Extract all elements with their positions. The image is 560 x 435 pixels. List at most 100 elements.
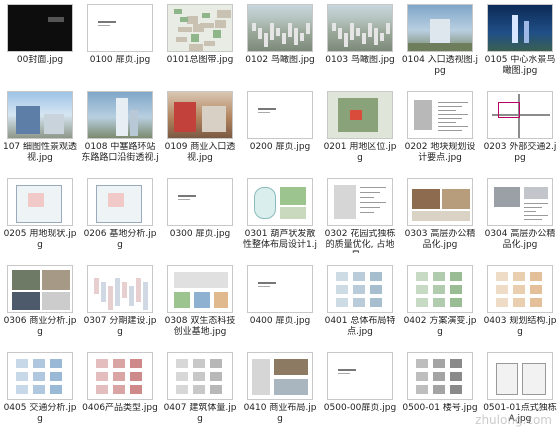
file-name-label: 0100 扉页.jpg (89, 55, 151, 65)
file-thumbnail[interactable]: 0104 入口透视图.jpg (400, 0, 480, 87)
file-name-label: 0201 用地区位.jpg (323, 142, 397, 163)
thumbnail-image[interactable] (7, 91, 73, 139)
thumbnail-image[interactable] (167, 178, 233, 226)
thumbnail-image[interactable] (167, 265, 233, 313)
file-name-label: 0402 方案演变.jpg (403, 316, 477, 337)
file-thumbnail[interactable]: 0308 双生态科技创业基地.jpg (160, 261, 240, 348)
thumbnail-image[interactable] (407, 91, 473, 139)
thumbnail-image[interactable] (327, 178, 393, 226)
file-name-label: 0308 双生态科技创业基地.jpg (164, 316, 236, 337)
thumbnail-image[interactable] (87, 4, 153, 52)
file-thumbnail[interactable]: 0410 商业布局.jpg (240, 348, 320, 435)
file-name-label: 0205 用地现状.jpg (3, 229, 77, 250)
file-thumbnail[interactable]: 0407 建筑体量.jpg (160, 348, 240, 435)
thumbnail-image[interactable] (247, 178, 313, 226)
file-name-label: 0102 鸟瞰图.jpg (245, 55, 315, 65)
file-name-label: 0303 高层办公精品化.jpg (404, 229, 476, 250)
thumbnail-image[interactable] (327, 352, 393, 400)
file-thumbnail[interactable]: 0201 用地区位.jpg (320, 87, 400, 174)
file-thumbnail[interactable]: 0301 葫芦状发散性整体布局设计1.jpg (240, 174, 320, 261)
file-thumbnail[interactable]: 0108 中塞路环站东路路口沿街透视.jpg (80, 87, 160, 174)
file-thumbnail[interactable]: 0109 商业入口透视.jpg (160, 87, 240, 174)
file-name-label: 0206 基地分析.jpg (83, 229, 157, 250)
thumbnail-image[interactable] (7, 4, 73, 52)
thumbnail-image[interactable] (167, 91, 233, 139)
file-thumbnail[interactable]: 0102 鸟瞰图.jpg (240, 0, 320, 87)
thumbnail-image[interactable] (247, 352, 313, 400)
file-thumbnail[interactable]: 0205 用地现状.jpg (0, 174, 80, 261)
file-name-label: 0108 中塞路环站东路路口沿街透视.jpg (81, 142, 159, 166)
file-name-label: 0302 花园式独栋的质量优化, 占地最... (324, 229, 396, 253)
thumbnail-image[interactable] (487, 91, 553, 139)
file-thumbnail[interactable]: 0304 高层办公精品化.jpg (480, 174, 560, 261)
file-name-label: 0406产品类型.jpg (82, 403, 158, 413)
file-name-label: 0200 扉页.jpg (249, 142, 311, 152)
file-name-label: 107 细图性景观透视.jpg (2, 142, 78, 163)
file-name-label: 0307 分期建设.jpg (83, 316, 157, 337)
file-name-label: 0202 地块规划设计要点.jpg (404, 142, 476, 163)
thumbnail-image[interactable] (407, 4, 473, 52)
thumbnail-image[interactable] (167, 4, 233, 52)
thumbnail-image[interactable] (247, 265, 313, 313)
thumbnail-image[interactable] (87, 91, 153, 139)
thumbnail-image[interactable] (407, 265, 473, 313)
file-name-label: 0407 建筑体量.jpg (163, 403, 237, 424)
thumbnail-image[interactable] (247, 4, 313, 52)
file-thumbnail[interactable]: 0203 外部交通2.jpg (480, 87, 560, 174)
file-thumbnail[interactable]: 0300 扉页.jpg (160, 174, 240, 261)
file-thumbnail[interactable]: 0400 扉页.jpg (240, 261, 320, 348)
file-name-label: 0203 外部交通2.jpg (483, 142, 557, 163)
file-thumbnail[interactable]: 0302 花园式独栋的质量优化, 占地最... (320, 174, 400, 261)
file-name-label: 0104 入口透视图.jpg (401, 55, 479, 76)
file-thumbnail[interactable]: 0206 基地分析.jpg (80, 174, 160, 261)
file-thumbnail[interactable]: 0100 扉页.jpg (80, 0, 160, 87)
file-thumbnail[interactable]: 0406产品类型.jpg (80, 348, 160, 435)
file-thumbnail[interactable]: 0500-00扉页.jpg (320, 348, 400, 435)
file-thumbnail[interactable]: 0303 高层办公精品化.jpg (400, 174, 480, 261)
thumbnail-image[interactable] (247, 91, 313, 139)
file-thumbnail[interactable]: 0307 分期建设.jpg (80, 261, 160, 348)
file-name-label: 0103 鸟瞰图.jpg (325, 55, 395, 65)
file-name-label: 0306 商业分析.jpg (3, 316, 77, 337)
watermark: zhulong.com (475, 413, 552, 427)
thumbnail-image[interactable] (7, 352, 73, 400)
file-thumbnail[interactable]: 0405 交通分析.jpg (0, 348, 80, 435)
file-thumbnail[interactable]: 0105 中心水景鸟瞰图.jpg (480, 0, 560, 87)
thumbnail-image[interactable] (487, 4, 553, 52)
thumbnail-image[interactable] (7, 265, 73, 313)
file-name-label: 0500-00扉页.jpg (323, 403, 397, 413)
thumbnail-image[interactable] (407, 178, 473, 226)
file-thumbnail[interactable]: 0101总图带.jpg (160, 0, 240, 87)
file-name-label: 0109 商业入口透视.jpg (164, 142, 236, 163)
thumbnail-image[interactable] (87, 178, 153, 226)
thumbnail-image[interactable] (327, 265, 393, 313)
thumbnail-image[interactable] (7, 178, 73, 226)
thumbnail-image[interactable] (327, 91, 393, 139)
file-name-label: 0401 总体布局特点.jpg (324, 316, 396, 337)
file-thumbnail[interactable]: 0306 商业分析.jpg (0, 261, 80, 348)
file-name-label: 0403 规划结构.jpg (483, 316, 557, 337)
file-thumbnail[interactable]: 0401 总体布局特点.jpg (320, 261, 400, 348)
thumbnail-image[interactable] (487, 265, 553, 313)
file-name-label: 0405 交通分析.jpg (3, 403, 77, 424)
thumbnail-grid: 00封面.jpg 0100 扉页.jpg 0101总图带.jpg 0102 鸟瞰图.j… (0, 0, 560, 435)
file-thumbnail[interactable]: 0202 地块规划设计要点.jpg (400, 87, 480, 174)
file-name-label: 0400 扉页.jpg (249, 316, 311, 326)
file-name-label: 0300 扉页.jpg (169, 229, 231, 239)
file-name-label: 0410 商业布局.jpg (243, 403, 317, 424)
thumbnail-image[interactable] (327, 4, 393, 52)
file-thumbnail[interactable]: 0403 规划结构.jpg (480, 261, 560, 348)
thumbnail-image[interactable] (407, 352, 473, 400)
thumbnail-image[interactable] (167, 352, 233, 400)
file-thumbnail[interactable]: 0200 扉页.jpg (240, 87, 320, 174)
file-name-label: 0105 中心水景鸟瞰图.jpg (484, 55, 556, 76)
thumbnail-image[interactable] (87, 265, 153, 313)
thumbnail-image[interactable] (87, 352, 153, 400)
file-thumbnail[interactable]: 0500-01 楼号.jpg (400, 348, 480, 435)
file-thumbnail[interactable]: 00封面.jpg (0, 0, 80, 87)
file-thumbnail[interactable]: 107 细图性景观透视.jpg (0, 87, 80, 174)
file-thumbnail[interactable]: 0103 鸟瞰图.jpg (320, 0, 400, 87)
thumbnail-image[interactable] (487, 352, 553, 400)
thumbnail-image[interactable] (487, 178, 553, 226)
file-thumbnail[interactable]: 0402 方案演变.jpg (400, 261, 480, 348)
